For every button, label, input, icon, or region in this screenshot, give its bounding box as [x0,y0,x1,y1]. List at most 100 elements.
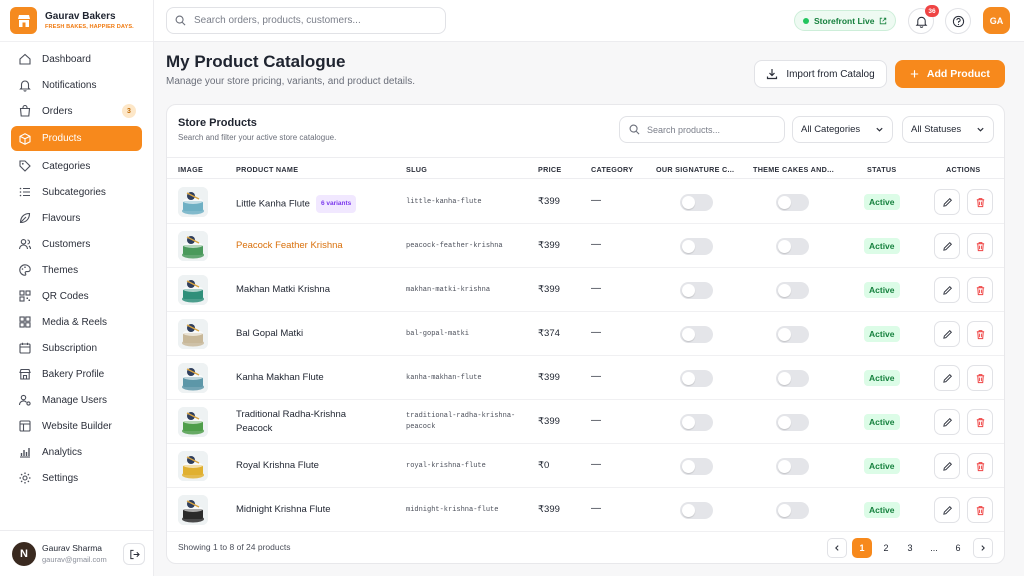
notifications-button[interactable]: 36 [908,5,939,34]
sidebar-item-notifications[interactable]: Notifications [11,72,142,98]
product-thumbnail[interactable] [178,187,208,217]
edit-button[interactable] [934,321,960,347]
delete-button[interactable] [967,409,993,435]
theme-cakes-toggle[interactable] [776,502,809,519]
storefront-live-badge[interactable]: Storefront Live [794,10,897,31]
theme-cakes-toggle[interactable] [776,414,809,431]
theme-cakes-toggle[interactable] [776,282,809,299]
product-name[interactable]: Little Kanha Flute 6 variants [236,195,401,213]
delete-button[interactable] [967,189,993,215]
delete-button[interactable] [967,365,993,391]
edit-button[interactable] [934,497,960,523]
product-search[interactable] [619,116,785,143]
theme-cakes-toggle[interactable] [776,194,809,211]
global-search[interactable] [166,7,446,34]
signature-toggle[interactable] [680,458,713,475]
product-name[interactable]: Traditional Radha-Krishna Peacock [236,408,361,436]
delete-button[interactable] [967,277,993,303]
signature-toggle[interactable] [680,370,713,387]
theme-cakes-toggle[interactable] [776,326,809,343]
column-category[interactable]: CATEGORY [591,165,633,174]
theme-cakes-toggle[interactable] [776,458,809,475]
signature-toggle[interactable] [680,502,713,519]
sidebar-item-settings[interactable]: Settings [11,465,142,491]
sidebar-item-subcategories[interactable]: Subcategories [11,179,142,205]
product-thumbnail[interactable] [178,363,208,393]
signature-toggle[interactable] [680,282,713,299]
delete-button[interactable] [967,233,993,259]
edit-button[interactable] [934,233,960,259]
signature-toggle[interactable] [680,238,713,255]
product-thumbnail[interactable] [178,319,208,349]
product-name[interactable]: Royal Krishna Flute [236,459,401,473]
table-row[interactable]: Kanha Makhan Flute kanha-makhan-flute ₹399… [167,356,1004,400]
sidebar-item-categories[interactable]: Categories [11,153,142,179]
column-product-name[interactable]: PRODUCT NAME [236,165,298,174]
add-product-button[interactable]: + Add Product [895,60,1005,88]
delete-button[interactable] [967,321,993,347]
edit-button[interactable] [934,409,960,435]
product-thumbnail[interactable] [178,407,208,437]
delete-button[interactable] [967,497,993,523]
edit-button[interactable] [934,453,960,479]
signature-toggle[interactable] [680,326,713,343]
signature-toggle[interactable] [680,194,713,211]
sidebar-item-manage-users[interactable]: Manage Users [11,387,142,413]
table-row[interactable]: Bal Gopal Matki bal-gopal-matki ₹374 — Activ… [167,312,1004,356]
table-row[interactable]: Little Kanha Flute 6 variants little-kanha… [167,180,1004,224]
sidebar-item-bakery-profile[interactable]: Bakery Profile [11,361,142,387]
sidebar-item-media-reels[interactable]: Media & Reels [11,309,142,335]
logout-button[interactable] [123,543,145,565]
sidebar-item-dashboard[interactable]: Dashboard [11,46,142,72]
edit-button[interactable] [934,189,960,215]
column-theme-cakes[interactable]: THEME CAKES AND... [753,165,834,174]
product-thumbnail[interactable] [178,275,208,305]
table-row[interactable]: Peacock Feather Krishna peacock-feather-k… [167,224,1004,268]
product-name[interactable]: Midnight Krishna Flute [236,503,401,517]
sidebar-item-flavours[interactable]: Flavours [11,205,142,231]
delete-button[interactable] [967,453,993,479]
column-signature[interactable]: OUR SIGNATURE C... [656,165,734,174]
product-name[interactable]: Peacock Feather Krishna [236,239,401,253]
column-image[interactable]: IMAGE [178,165,203,174]
sidebar-item-products[interactable]: Products [11,126,142,151]
pagination-prev-button[interactable] [827,538,847,558]
sidebar-item-analytics[interactable]: Analytics [11,439,142,465]
table-row[interactable]: Midnight Krishna Flute midnight-krishna-f… [167,488,1004,532]
global-search-input[interactable] [194,15,424,26]
edit-button[interactable] [934,365,960,391]
pagination-page-6[interactable]: 6 [948,538,968,558]
product-thumbnail[interactable] [178,451,208,481]
sidebar-item-website-builder[interactable]: Website Builder [11,413,142,439]
pagination-next-button[interactable] [973,538,993,558]
help-button[interactable] [945,8,971,34]
product-thumbnail[interactable] [178,495,208,525]
product-thumbnail[interactable] [178,231,208,261]
status-filter-select[interactable]: All Statuses [902,116,994,143]
pagination-page-3[interactable]: 3 [900,538,920,558]
brand[interactable]: Gaurav Bakers FRESH BAKES, HAPPIER DAYS. [0,0,153,42]
avatar[interactable]: N [12,541,36,566]
sidebar-item-orders[interactable]: Orders 3 [11,98,142,124]
pagination-page-2[interactable]: 2 [876,538,896,558]
table-row[interactable]: Traditional Radha-Krishna Peacock traditi… [167,400,1004,444]
product-search-input[interactable] [647,124,777,135]
product-name[interactable]: Makhan Matki Krishna [236,283,401,297]
sidebar-item-customers[interactable]: Customers [11,231,142,257]
table-row[interactable]: Makhan Matki Krishna makhan-matki-krishna… [167,268,1004,312]
user-avatar-button[interactable]: GA [983,7,1010,34]
pagination-page-1[interactable]: 1 [852,538,872,558]
theme-cakes-toggle[interactable] [776,370,809,387]
product-name[interactable]: Kanha Makhan Flute [236,371,401,385]
column-price[interactable]: PRICE [538,165,561,174]
category-filter-select[interactable]: All Categories [792,116,893,143]
sidebar-item-subscription[interactable]: Subscription [11,335,142,361]
sidebar-item-themes[interactable]: Themes [11,257,142,283]
import-from-catalog-button[interactable]: Import from Catalog [754,60,887,88]
column-status[interactable]: STATUS [867,165,896,174]
edit-button[interactable] [934,277,960,303]
column-slug[interactable]: SLUG [406,165,427,174]
sidebar-item-qr-codes[interactable]: QR Codes [11,283,142,309]
product-name[interactable]: Bal Gopal Matki [236,327,401,341]
table-row[interactable]: Royal Krishna Flute royal-krishna-flute ₹0… [167,444,1004,488]
